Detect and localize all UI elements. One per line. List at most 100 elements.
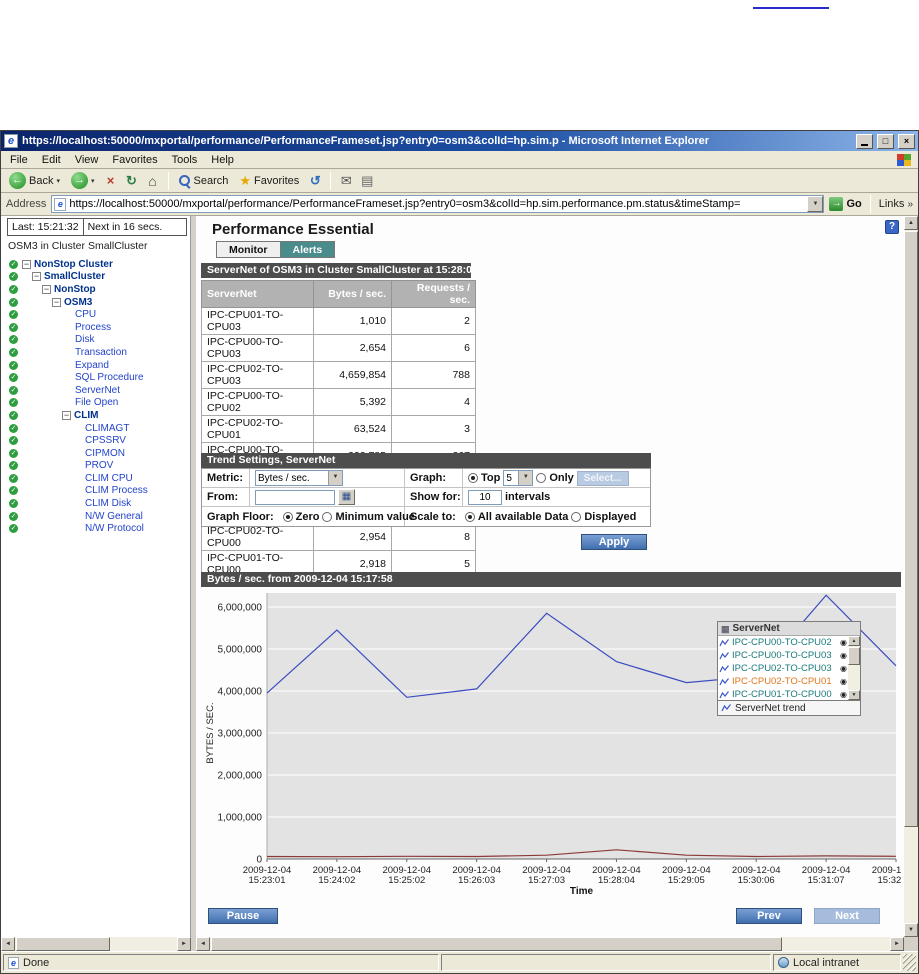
cropped-link[interactable] <box>753 6 829 9</box>
back-button[interactable]: ← Back ▾ <box>5 171 64 190</box>
resize-grip[interactable] <box>903 954 916 971</box>
search-button[interactable]: Search <box>175 174 233 188</box>
top-count-select[interactable]: 5 ▼ <box>503 470 533 486</box>
tree-item-climagt[interactable]: ✓CLIMAGT <box>7 422 190 435</box>
legend-item[interactable]: IPC-CPU00-TO-CPU03◉ <box>718 649 848 662</box>
home-button[interactable]: ⌂ <box>144 172 162 190</box>
menu-help[interactable]: Help <box>204 153 241 167</box>
top-radio[interactable] <box>468 473 478 483</box>
menu-tools[interactable]: Tools <box>165 153 205 167</box>
table-row[interactable]: IPC-CPU02-TO-CPU034,659,854788 <box>202 362 476 389</box>
calendar-icon[interactable]: ▦ <box>338 489 355 505</box>
tree-item-prov[interactable]: ✓PROV <box>7 460 190 473</box>
links-button[interactable]: Links » <box>879 198 913 210</box>
collapse-icon[interactable]: − <box>32 272 41 281</box>
collapse-icon[interactable]: − <box>42 285 51 294</box>
tab-monitor[interactable]: Monitor <box>216 241 281 258</box>
table-row[interactable]: IPC-CPU02-TO-CPU002,9548 <box>202 524 476 551</box>
column-header[interactable]: Requests / sec. <box>392 281 476 308</box>
table-row[interactable]: IPC-CPU02-TO-CPU0163,5243 <box>202 416 476 443</box>
scroll-left-icon[interactable]: ◄ <box>196 937 210 951</box>
address-dropdown-icon[interactable]: ▼ <box>807 196 823 212</box>
legend-item[interactable]: IPC-CPU01-TO-CPU00◉ <box>718 688 848 700</box>
content-vscrollbar[interactable]: ▲ ▼ <box>904 216 918 937</box>
legend-scroll-track[interactable] <box>848 646 860 690</box>
forward-dropdown-icon[interactable]: ▾ <box>91 177 95 185</box>
stop-button[interactable]: × <box>102 172 120 190</box>
column-header[interactable]: Bytes / sec. <box>314 281 392 308</box>
collapse-icon[interactable]: − <box>22 260 31 269</box>
tree-item-nonstop-cluster[interactable]: ✓−NonStop Cluster <box>7 258 190 271</box>
scroll-right-icon[interactable]: ► <box>177 937 191 951</box>
all-available-data-radio[interactable] <box>465 512 475 522</box>
select-button[interactable]: Select... <box>577 471 629 486</box>
tree-item-servernet[interactable]: ✓ServerNet <box>7 384 190 397</box>
scroll-left-icon[interactable]: ◄ <box>1 937 15 951</box>
minimize-button[interactable] <box>856 134 873 149</box>
displayed-radio[interactable] <box>571 512 581 522</box>
visibility-eye-icon[interactable]: ◉ <box>840 677 847 687</box>
tree-item-clim-process[interactable]: ✓CLIM Process <box>7 485 190 498</box>
tree-item-process[interactable]: ✓Process <box>7 321 190 334</box>
next-button[interactable]: Next <box>814 908 880 924</box>
tree-item-expand[interactable]: ✓Expand <box>7 359 190 372</box>
table-row[interactable]: IPC-CPU00-TO-CPU032,6546 <box>202 335 476 362</box>
hscroll-thumb[interactable] <box>211 937 782 951</box>
favorites-button[interactable]: ★ Favorites <box>235 173 303 189</box>
tree-item-sql-procedure[interactable]: ✓SQL Procedure <box>7 371 190 384</box>
tree-item-clim-cpu[interactable]: ✓CLIM CPU <box>7 472 190 485</box>
history-button[interactable]: ↺ <box>306 172 324 190</box>
tree-item-cpssrv[interactable]: ✓CPSSRV <box>7 434 190 447</box>
maximize-button[interactable]: □ <box>877 134 894 149</box>
vscroll-track[interactable] <box>904 230 918 923</box>
legend-footer[interactable]: ServerNet trend <box>718 700 860 715</box>
collapse-icon[interactable]: − <box>62 411 71 420</box>
column-header[interactable]: ServerNet <box>202 281 314 308</box>
vscroll-thumb[interactable] <box>904 231 918 827</box>
help-button[interactable]: ? <box>885 220 899 234</box>
legend-item[interactable]: IPC-CPU02-TO-CPU01◉ <box>718 675 848 688</box>
scroll-down-icon[interactable]: ▼ <box>848 690 860 700</box>
pause-button[interactable]: Pause <box>208 908 278 924</box>
scroll-down-icon[interactable]: ▼ <box>904 923 918 937</box>
content-hscrollbar[interactable]: ◄ ► <box>196 937 904 951</box>
menu-file[interactable]: File <box>3 153 35 167</box>
scroll-up-icon[interactable]: ▲ <box>848 636 860 646</box>
tree-item-cpu[interactable]: ✓CPU <box>7 308 190 321</box>
legend-item[interactable]: IPC-CPU00-TO-CPU02◉ <box>718 636 848 649</box>
hscroll-track[interactable] <box>210 937 890 951</box>
refresh-button[interactable]: ↻ <box>123 172 141 190</box>
go-button[interactable]: → Go <box>829 197 861 211</box>
tree-item-disk[interactable]: ✓Disk <box>7 334 190 347</box>
back-dropdown-icon[interactable]: ▾ <box>56 177 60 185</box>
scroll-up-icon[interactable]: ▲ <box>904 216 918 230</box>
from-input[interactable] <box>255 490 335 505</box>
only-radio[interactable] <box>536 473 546 483</box>
menu-view[interactable]: View <box>68 153 106 167</box>
menu-favorites[interactable]: Favorites <box>105 153 164 167</box>
metric-select[interactable]: Bytes / sec. ▼ <box>255 470 343 486</box>
visibility-eye-icon[interactable]: ◉ <box>840 690 847 700</box>
tree-item-n-w-general[interactable]: ✓N/W General <box>7 510 190 523</box>
legend-scrollbar[interactable]: ▲ ▼ <box>848 636 860 700</box>
hscroll-track[interactable] <box>15 937 177 951</box>
tree-item-n-w-protocol[interactable]: ✓N/W Protocol <box>7 522 190 535</box>
print-button[interactable]: ▤ <box>358 172 376 190</box>
minimum-value-radio[interactable] <box>322 512 332 522</box>
scroll-right-icon[interactable]: ► <box>890 937 904 951</box>
table-row[interactable]: IPC-CPU01-TO-CPU031,0102 <box>202 308 476 335</box>
close-button[interactable]: × <box>898 134 915 149</box>
collapse-icon[interactable]: − <box>52 298 61 307</box>
visibility-eye-icon[interactable]: ◉ <box>840 651 847 661</box>
tree-item-file-open[interactable]: ✓File Open <box>7 397 190 410</box>
tree-item-clim[interactable]: ✓−CLIM <box>7 409 190 422</box>
visibility-eye-icon[interactable]: ◉ <box>840 638 847 648</box>
tree-item-nonstop[interactable]: ✓−NonStop <box>7 283 190 296</box>
tree-item-transaction[interactable]: ✓Transaction <box>7 346 190 359</box>
prev-button[interactable]: Prev <box>736 908 802 924</box>
table-row[interactable]: IPC-CPU00-TO-CPU025,3924 <box>202 389 476 416</box>
apply-button[interactable]: Apply <box>581 534 647 550</box>
tab-alerts[interactable]: Alerts <box>281 241 336 258</box>
zero-radio[interactable] <box>283 512 293 522</box>
address-input[interactable]: e https://localhost:50000/mxportal/perfo… <box>51 195 824 213</box>
